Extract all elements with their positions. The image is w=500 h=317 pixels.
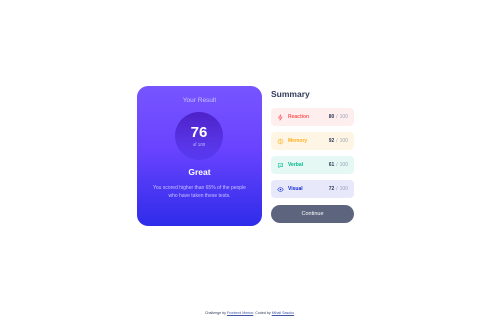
brain-icon <box>277 138 284 145</box>
summary-total-visual: 100 <box>339 186 348 192</box>
summary-separator: / <box>336 186 338 192</box>
summary-separator: / <box>336 162 338 168</box>
summary-label-reaction: Reaction <box>288 114 310 120</box>
summary-row-verbal: Verbal 61 / 100 <box>271 156 354 174</box>
result-description: You scored higher than 65% of the people… <box>153 185 246 199</box>
summary-label-visual: Visual <box>288 186 303 192</box>
attribution-suffix: . <box>294 311 296 315</box>
result-card: Your Result 76 of 100 Great You scored h… <box>137 86 262 226</box>
attribution-prefix: Challenge by <box>204 311 226 315</box>
summary-total-reaction: 100 <box>339 114 348 120</box>
summary-separator: / <box>336 138 338 144</box>
score-total: of 100 <box>192 142 206 147</box>
eye-icon <box>277 186 284 193</box>
summary-row-reaction: Reaction 80 / 100 <box>271 108 354 126</box>
summary-total-verbal: 100 <box>339 162 348 168</box>
continue-button[interactable]: Continue <box>271 205 354 223</box>
summary-score-memory: 92 <box>328 138 335 144</box>
summary-row-visual: Visual 72 / 100 <box>271 180 354 198</box>
summary-separator: / <box>336 114 338 120</box>
summary-label-verbal: Verbal <box>288 162 304 168</box>
summary-score-visual: 72 <box>328 186 335 192</box>
summary-total-memory: 100 <box>339 138 348 144</box>
result-rating: Great <box>188 167 211 177</box>
lightning-icon <box>277 113 284 121</box>
summary-row-memory: Memory 92 / 100 <box>271 132 354 150</box>
author-link[interactable]: Mihail Sasoko <box>272 311 294 315</box>
summary-score-reaction: 80 <box>328 114 335 120</box>
attribution: Challenge by Frontend Mentor. Coded by M… <box>0 311 500 315</box>
score-circle: 76 of 100 <box>175 112 223 160</box>
frontend-mentor-link[interactable]: Frontend Mentor <box>227 311 253 315</box>
result-title: Your Result <box>182 97 217 104</box>
summary-label-memory: Memory <box>288 138 308 144</box>
chat-bubble-icon <box>277 162 284 169</box>
summary-score-verbal: 61 <box>328 162 335 168</box>
attribution-middle: . Coded by <box>253 311 271 315</box>
score-value: 76 <box>190 124 208 141</box>
summary-title: Summary <box>271 89 310 99</box>
